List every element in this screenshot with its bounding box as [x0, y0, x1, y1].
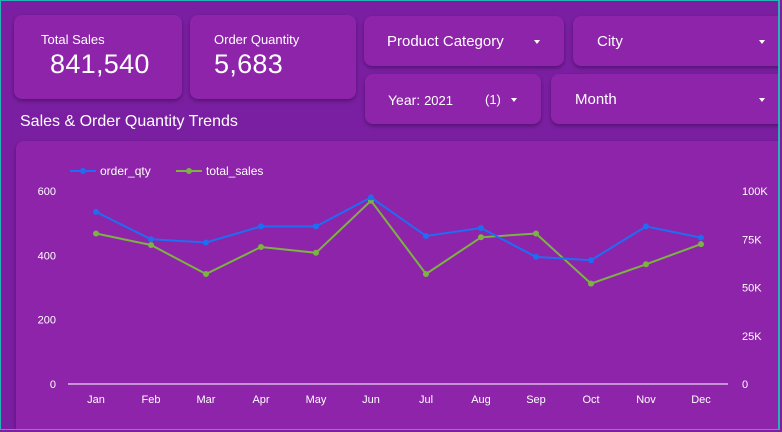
data-point-total-sales[interactable] — [533, 230, 539, 237]
left-axis-tick-label: 600 — [38, 186, 56, 198]
chevron-down-icon[interactable] — [511, 98, 517, 102]
data-point-total-sales[interactable] — [313, 249, 319, 256]
right-axis-ticks: 0 25K 50K 75K 100K — [742, 186, 768, 391]
total-sales-label: Total Sales — [41, 32, 105, 47]
year-selection-count: (1) — [485, 92, 501, 107]
right-axis-tick-label: 25K — [742, 331, 762, 343]
product-category-label: Product Category — [387, 33, 504, 50]
x-axis-tick-label: Aug — [471, 394, 491, 406]
data-point-total-sales[interactable] — [478, 234, 484, 241]
left-axis-tick-label: 400 — [38, 250, 56, 262]
data-point-order-qty[interactable] — [698, 234, 704, 241]
x-axis-tick-label: Sep — [526, 394, 546, 406]
data-point-order-qty[interactable] — [258, 223, 264, 230]
dashboard: Total Sales 841,540 Order Quantity 5,683… — [0, 0, 780, 430]
data-point-order-qty[interactable] — [533, 253, 539, 260]
data-point-total-sales[interactable] — [698, 241, 704, 248]
data-point-order-qty[interactable] — [313, 223, 319, 230]
chevron-down-icon[interactable] — [759, 98, 765, 102]
left-axis-tick-label: 0 — [50, 379, 56, 391]
chart-legend: order_qty total_sales — [70, 164, 263, 178]
data-point-total-sales[interactable] — [258, 244, 264, 250]
data-point-order-qty[interactable] — [203, 239, 209, 246]
data-point-order-qty[interactable] — [423, 233, 429, 239]
chevron-down-icon[interactable] — [534, 40, 540, 44]
x-axis-ticks: Jan Feb Mar Apr May Jun Jul Aug Sep Oct Nov Dec — [87, 394, 711, 406]
x-axis-tick-label: Dec — [691, 394, 711, 406]
left-axis-ticks: 0 200 400 600 — [38, 186, 56, 391]
data-point-order-qty[interactable] — [478, 225, 484, 231]
right-axis-tick-label: 100K — [742, 186, 768, 198]
series-line-order-qty[interactable] — [95, 196, 702, 262]
product-category-filter[interactable]: Product Category — [364, 16, 564, 66]
x-axis-tick-label: Feb — [142, 394, 161, 406]
data-point-total-sales[interactable] — [643, 261, 649, 268]
data-point-order-qty[interactable] — [588, 257, 594, 264]
order-quantity-value: 5,683 — [214, 49, 284, 79]
year-label-text: Year: — [388, 92, 421, 108]
x-axis-tick-label: Jun — [362, 394, 380, 406]
left-axis-tick-label: 200 — [38, 315, 56, 327]
year-filter[interactable]: Year: 2021 (1) — [365, 74, 541, 124]
legend-total-sales-marker — [186, 168, 192, 174]
data-point-total-sales[interactable] — [203, 271, 209, 277]
data-point-total-sales[interactable] — [423, 271, 429, 277]
x-axis-tick-label: May — [306, 394, 327, 406]
data-point-order-qty[interactable] — [148, 236, 154, 243]
x-axis-tick-label: Mar — [197, 394, 216, 406]
x-axis-tick-label: Jul — [419, 394, 433, 406]
x-axis-tick-label: Jan — [87, 394, 105, 406]
right-axis-tick-label: 50K — [742, 283, 762, 295]
x-axis-tick-label: Apr — [252, 394, 269, 406]
x-axis-tick-label: Nov — [636, 394, 656, 406]
month-label: Month — [575, 91, 617, 108]
data-point-total-sales[interactable] — [588, 280, 594, 287]
order-quantity-label: Order Quantity — [214, 32, 300, 47]
chart-section-title: Sales & Order Quantity Trends — [20, 113, 238, 130]
data-point-order-qty[interactable] — [643, 223, 649, 230]
data-point-order-qty[interactable] — [93, 208, 99, 215]
year-label: Year: 2021 — [388, 92, 453, 108]
x-axis-tick-label: Oct — [582, 394, 599, 406]
month-filter[interactable]: Month — [551, 74, 778, 124]
city-label: City — [597, 33, 623, 50]
legend-order-qty-marker — [80, 168, 86, 174]
data-point-order-qty[interactable] — [368, 194, 374, 201]
city-filter[interactable]: City — [573, 16, 778, 66]
total-sales-value: 841,540 — [50, 49, 150, 79]
order-quantity-card: Order Quantity 5,683 — [190, 15, 356, 99]
series-layer — [93, 194, 704, 287]
right-axis-tick-label: 0 — [742, 379, 748, 391]
data-point-total-sales[interactable] — [148, 242, 154, 248]
legend-total-sales-label[interactable]: total_sales — [206, 164, 263, 178]
data-point-total-sales[interactable] — [93, 230, 99, 237]
year-value: 2021 — [424, 93, 453, 108]
total-sales-card: Total Sales 841,540 — [14, 15, 182, 99]
legend-order-qty-label[interactable]: order_qty — [100, 164, 151, 178]
right-axis-tick-label: 75K — [742, 234, 762, 246]
chevron-down-icon[interactable] — [759, 40, 765, 44]
sales-order-trend-chart: order_qty total_sales 0 200 400 600 0 25K 50K… — [38, 164, 769, 406]
trend-chart-card: order_qty total_sales 0 200 400 600 0 25K 50K… — [16, 141, 778, 429]
